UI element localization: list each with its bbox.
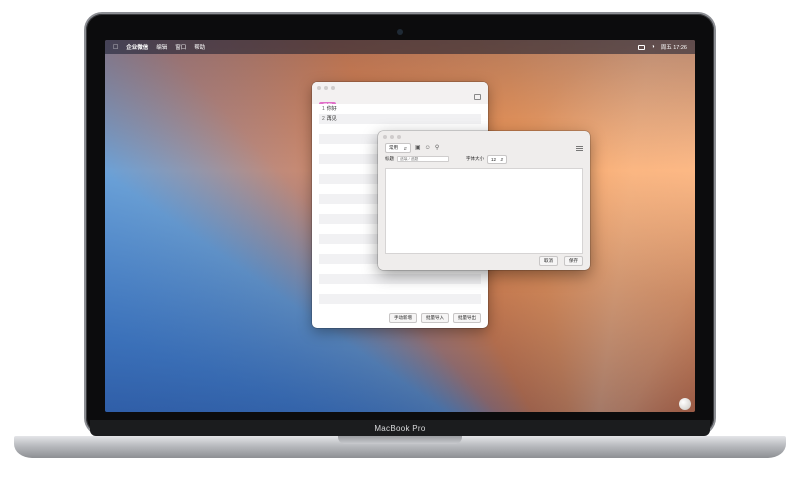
menu-clock[interactable]: 周五 17:26 — [661, 43, 687, 51]
apple-icon[interactable]:  — [113, 44, 118, 51]
cancel-button[interactable]: 取消 — [539, 256, 558, 266]
list-item-index: 1 — [322, 106, 325, 112]
menu-item-edit[interactable]: 编辑 — [156, 43, 167, 51]
minimize-button[interactable] — [324, 86, 328, 90]
avatar[interactable] — [679, 398, 691, 410]
font-size-label: 字体大小 — [466, 156, 484, 161]
save-button[interactable]: 保存 — [564, 256, 583, 266]
menu-item-help[interactable]: 帮助 — [194, 43, 205, 51]
list-item[interactable]: 2 再见 — [319, 114, 481, 124]
minimize-button[interactable] — [390, 134, 394, 139]
model-label: MacBook Pro — [374, 424, 426, 433]
menu-item-window[interactable]: 窗口 — [175, 43, 186, 51]
editor-toolbar: 常用 ⇵ ▣ ☺ ⚲ — [378, 142, 590, 154]
editor-window-titlebar[interactable] — [378, 131, 590, 142]
list-item[interactable] — [319, 274, 481, 284]
menu-icon[interactable] — [576, 145, 583, 151]
phrase-editor-window: 常用 ⇵ ▣ ☺ ⚲ 标题 字体大小 12 ⇵ 取消 保存 — [378, 131, 590, 270]
camera-icon — [397, 29, 403, 35]
list-item-text: 你好 — [326, 106, 337, 112]
battery-icon[interactable] — [638, 44, 646, 50]
category-select-value: 常用 — [389, 145, 398, 150]
category-select[interactable]: 常用 ⇵ — [385, 143, 411, 153]
close-button[interactable] — [383, 134, 387, 139]
list-item-index: 2 — [322, 116, 325, 122]
control-center-icon[interactable]: ◑ — [651, 44, 654, 50]
chevron-updown-icon: ⇵ — [403, 145, 407, 151]
zoom-button[interactable] — [397, 134, 401, 139]
title-label: 标题 — [385, 156, 394, 161]
status-area: ◑ 周五 17:26 — [638, 43, 687, 51]
close-button[interactable] — [317, 86, 321, 90]
menu-app-name[interactable]: 企业微信 — [126, 43, 148, 51]
list-window-titlebar[interactable] — [312, 82, 488, 94]
attachment-icon[interactable]: ⚲ — [435, 145, 439, 151]
menu-bar:  企业微信 编辑 窗口 帮助 ◑ 周五 17:26 — [105, 40, 695, 54]
list-item[interactable] — [319, 294, 481, 304]
list-footer: 手动新增 批量导入 批量导出 — [312, 313, 488, 323]
editor-footer: 取消 保存 — [539, 256, 583, 266]
image-icon[interactable]: ▣ — [415, 145, 421, 151]
zoom-button[interactable] — [331, 86, 335, 90]
batch-export-button[interactable]: 批量导出 — [453, 313, 481, 323]
content-textarea[interactable] — [385, 168, 583, 254]
list-item[interactable]: 1 你好 — [319, 104, 481, 114]
list-item-text: 再见 — [326, 116, 337, 122]
chevron-updown-icon: ⇵ — [500, 156, 504, 162]
lid-opening-notch — [338, 436, 462, 444]
emoji-icon[interactable]: ☺ — [425, 145, 431, 151]
manual-add-button[interactable]: 手动新增 — [389, 313, 417, 323]
tag-bar: 常用 — [312, 94, 488, 110]
title-input[interactable] — [397, 156, 449, 162]
font-size-value: 12 — [491, 156, 497, 162]
font-size-select[interactable]: 12 ⇵ — [487, 154, 508, 164]
batch-import-button[interactable]: 批量导入 — [421, 313, 449, 323]
desktop-screen:  企业微信 编辑 窗口 帮助 ◑ 周五 17:26 常用 1你好2再见 手动新… — [105, 40, 695, 412]
list-item[interactable] — [319, 284, 481, 294]
sidebar-toggle-icon[interactable] — [474, 94, 481, 100]
title-row: 标题 字体大小 12 ⇵ — [378, 154, 590, 164]
